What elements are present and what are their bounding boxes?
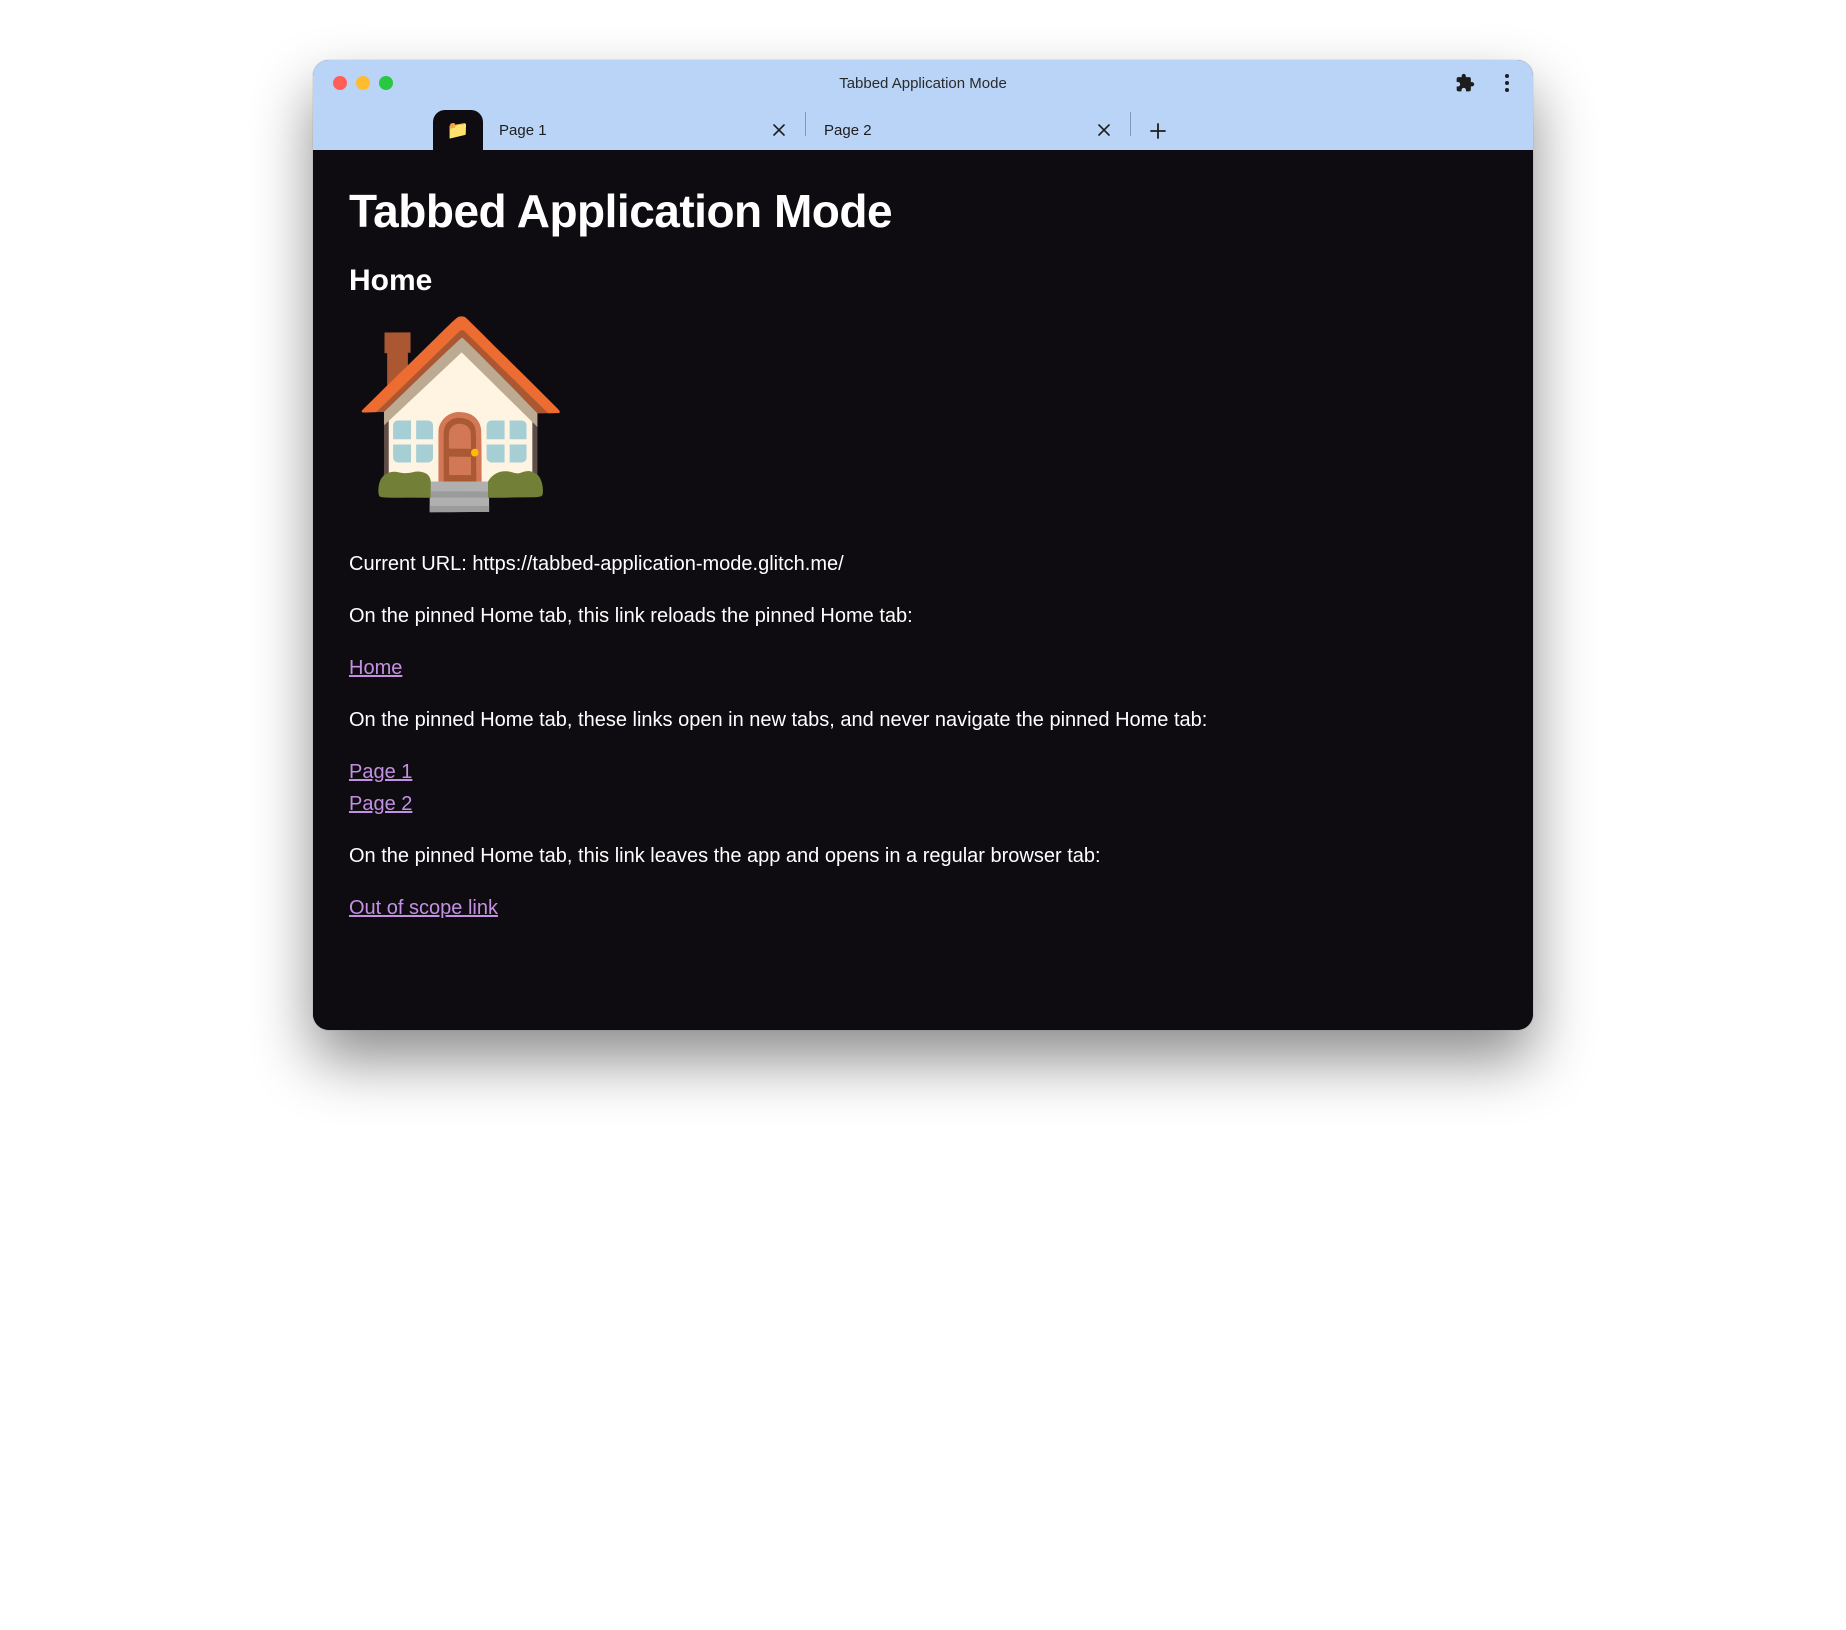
link-home[interactable]: Home	[349, 652, 402, 684]
house-icon: 🏠	[349, 322, 1497, 502]
titlebar-actions	[1451, 60, 1521, 106]
page-content: Tabbed Application Mode Home 🏠 Current U…	[313, 150, 1533, 1030]
maximize-window-button[interactable]	[379, 76, 393, 90]
page-subtitle: Home	[349, 264, 1497, 298]
paragraph-newtabs: On the pinned Home tab, these links open…	[349, 704, 1497, 736]
minimize-window-button[interactable]	[356, 76, 370, 90]
close-icon[interactable]	[1094, 120, 1114, 140]
link-out-of-scope[interactable]: Out of scope link	[349, 892, 498, 924]
paragraph-home-reload: On the pinned Home tab, this link reload…	[349, 600, 1497, 632]
tabstrip: 📁 Page 1 Page 2	[313, 106, 1533, 150]
traffic-lights	[313, 76, 393, 90]
close-window-button[interactable]	[333, 76, 347, 90]
tab-pinned-home[interactable]: 📁	[433, 110, 483, 150]
link-page-2[interactable]: Page 2	[349, 788, 1497, 820]
app-window: Tabbed Application Mode 📁 Page 1	[313, 60, 1533, 1030]
link-list-pages: Page 1 Page 2	[349, 756, 1497, 820]
titlebar-top: Tabbed Application Mode	[313, 60, 1533, 106]
current-url-line: Current URL: https://tabbed-application-…	[349, 548, 1497, 580]
current-url-label: Current URL:	[349, 553, 472, 575]
tab-page-1[interactable]: Page 1	[483, 110, 803, 150]
tab-separator	[1130, 112, 1131, 136]
extensions-icon[interactable]	[1451, 69, 1479, 97]
paragraph-outofscope: On the pinned Home tab, this link leaves…	[349, 840, 1497, 872]
titlebar: Tabbed Application Mode 📁 Page 1	[313, 60, 1533, 150]
tab-label: Page 1	[499, 122, 769, 139]
new-tab-button[interactable]	[1141, 114, 1175, 148]
link-page-1[interactable]: Page 1	[349, 756, 1497, 788]
tab-separator	[805, 112, 806, 136]
tab-label: Page 2	[824, 122, 1094, 139]
menu-icon[interactable]	[1493, 69, 1521, 97]
close-icon[interactable]	[769, 120, 789, 140]
current-url-value: https://tabbed-application-mode.glitch.m…	[472, 553, 843, 575]
page-title: Tabbed Application Mode	[349, 184, 1497, 238]
folder-icon: 📁	[447, 121, 469, 139]
window-title: Tabbed Application Mode	[313, 75, 1533, 92]
tab-page-2[interactable]: Page 2	[808, 110, 1128, 150]
